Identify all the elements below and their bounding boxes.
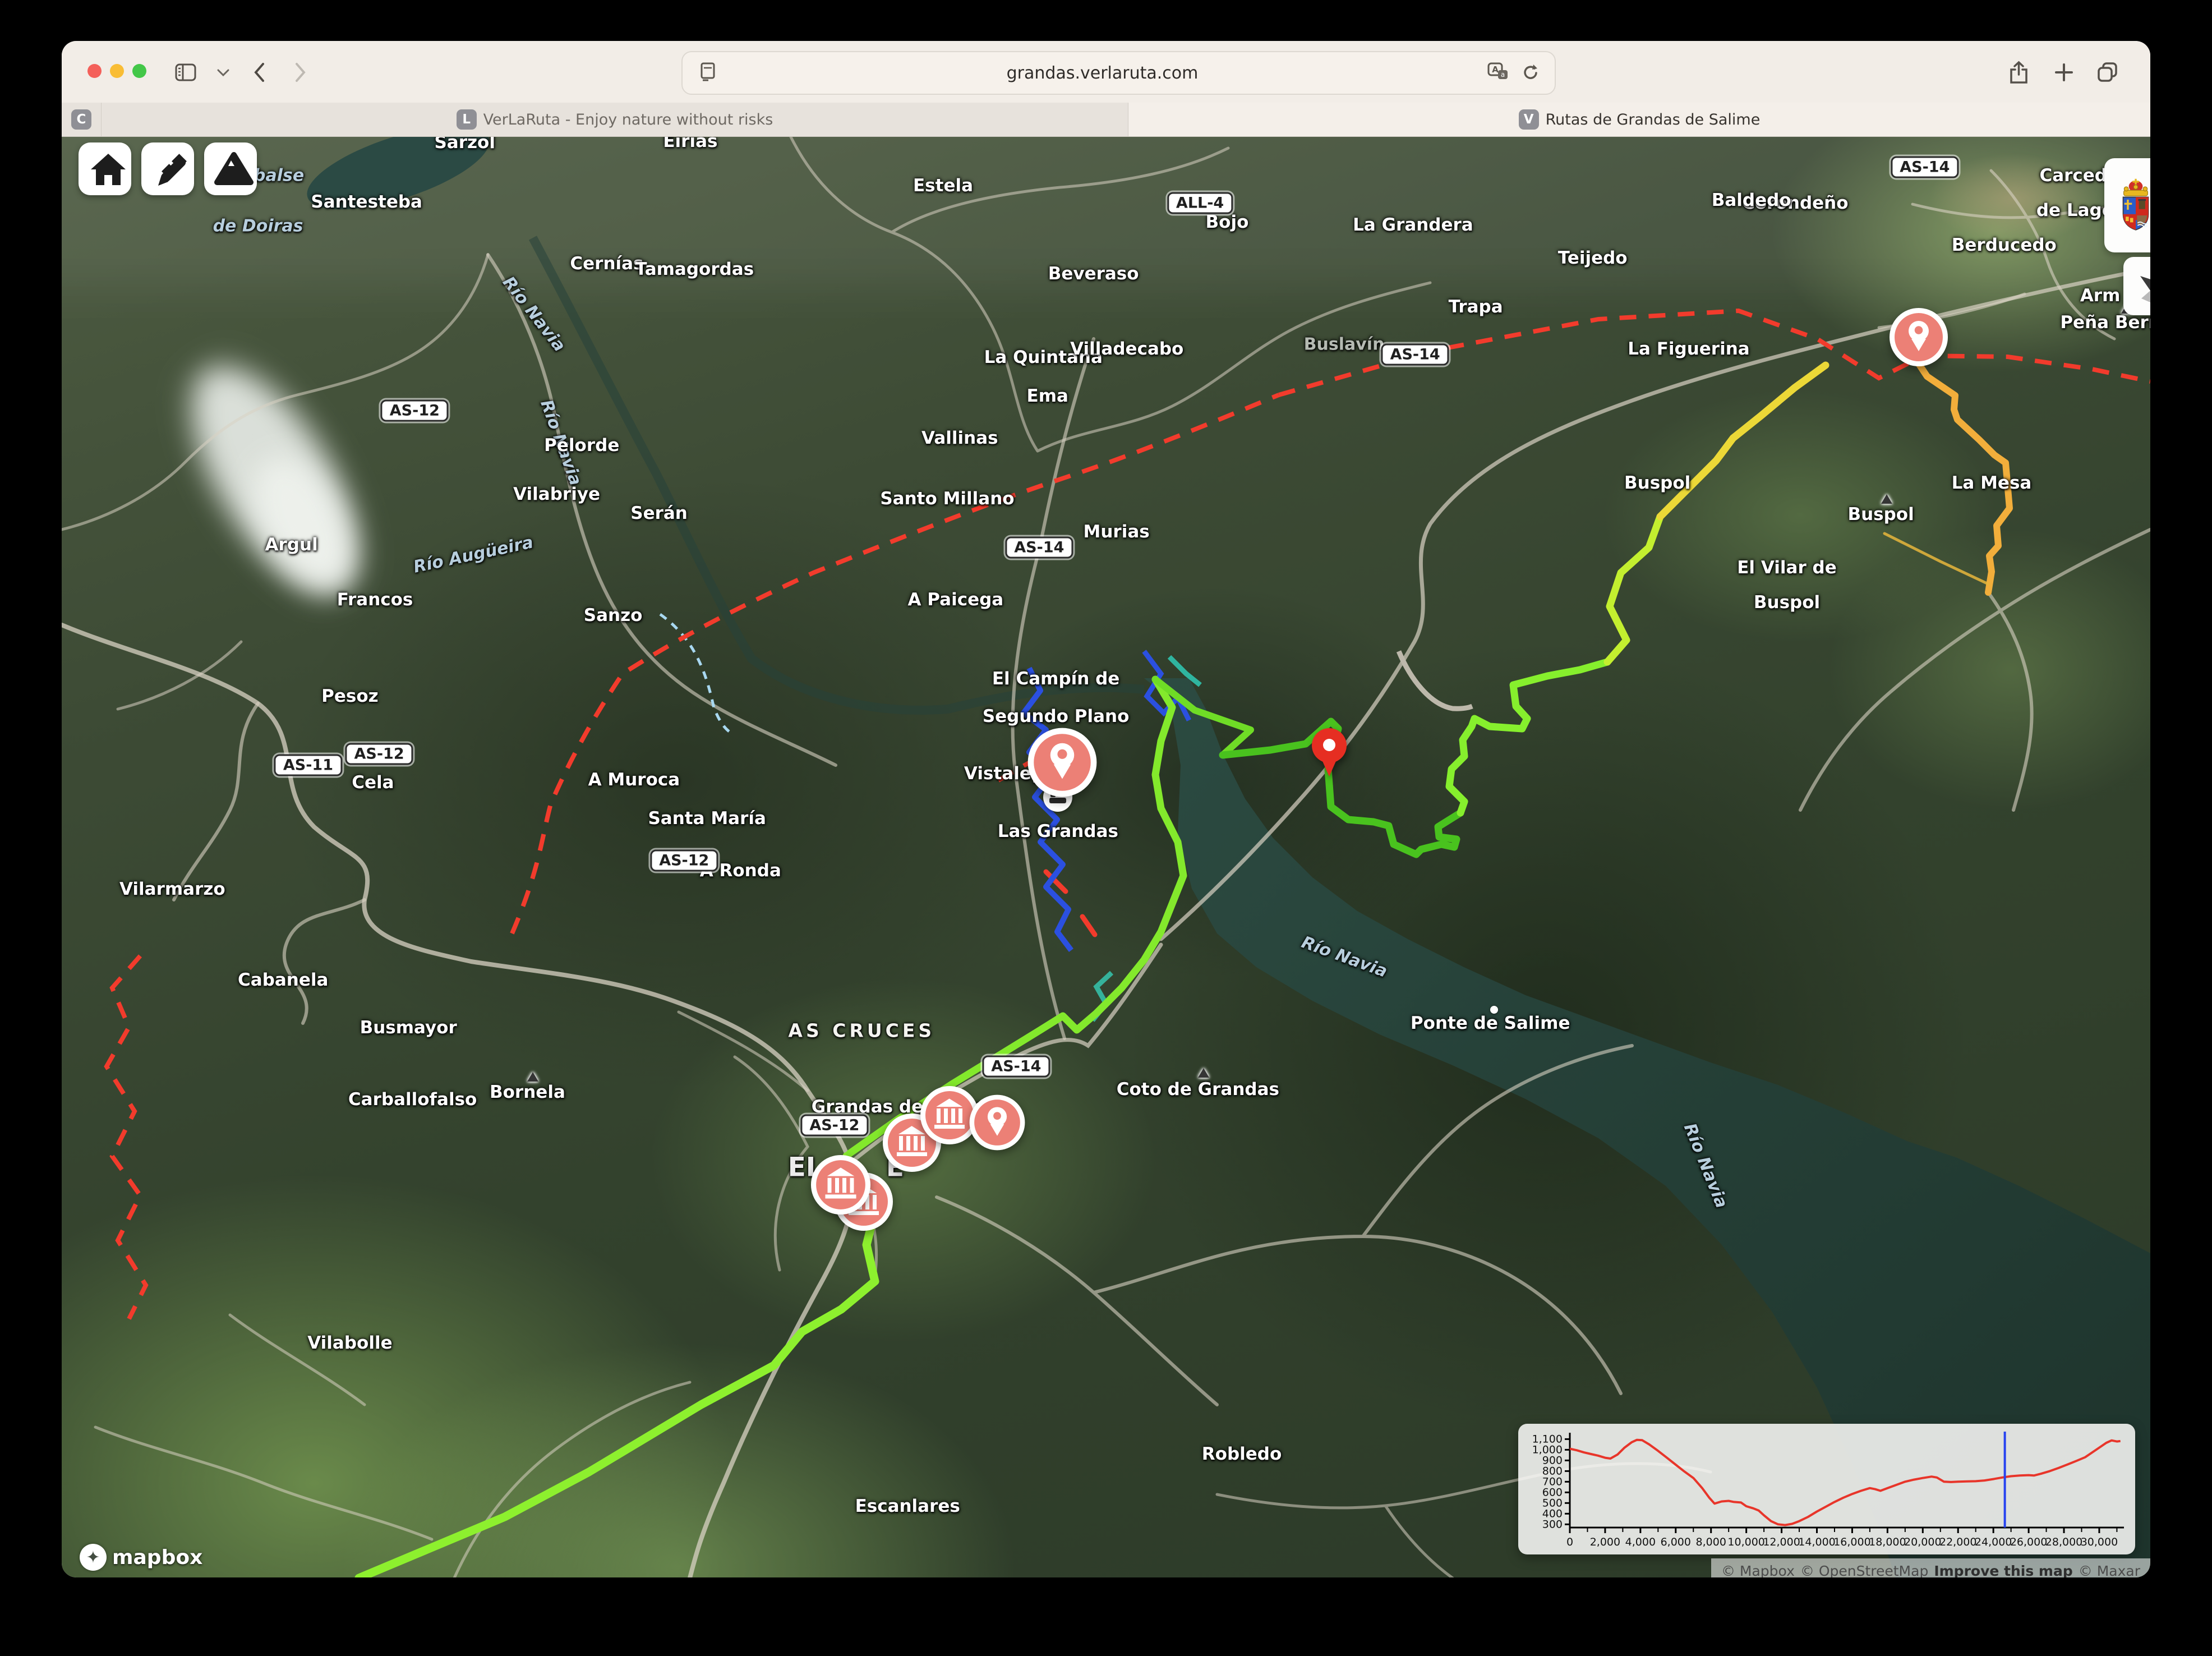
- zoom-window-button[interactable]: [132, 64, 146, 78]
- svg-text:1,000: 1,000: [1532, 1443, 1563, 1456]
- svg-text:20,000: 20,000: [1904, 1536, 1941, 1548]
- map-attribution: © Mapbox © OpenStreetMap Improve this ma…: [1711, 1558, 2150, 1577]
- map-controls: [79, 142, 257, 195]
- tab-favicon: V: [1519, 109, 1539, 130]
- svg-text:12,000: 12,000: [1763, 1536, 1800, 1548]
- svg-text:500: 500: [1542, 1497, 1563, 1509]
- attrib-improve-link[interactable]: Improve this map: [1934, 1563, 2072, 1578]
- peaks-button[interactable]: [204, 142, 257, 195]
- marker-layer: [62, 137, 2150, 1577]
- svg-text:1,100: 1,100: [1532, 1433, 1563, 1445]
- grandas-coat-of-arms-icon: [2116, 176, 2150, 234]
- routes-button[interactable]: [141, 142, 194, 195]
- reader-icon[interactable]: [698, 61, 717, 85]
- svg-text:400: 400: [1542, 1507, 1563, 1520]
- share-icon[interactable]: [2007, 60, 2031, 85]
- attrib-osm[interactable]: © OpenStreetMap: [1800, 1563, 1928, 1578]
- svg-text:30,000: 30,000: [2081, 1536, 2118, 1548]
- home-icon: [82, 142, 128, 195]
- compass-needle-icon: [2123, 257, 2150, 315]
- forward-button[interactable]: [288, 60, 313, 85]
- peaks-icon: [208, 142, 254, 195]
- mapbox-logo[interactable]: ✦ mapbox: [80, 1544, 202, 1571]
- address-bar[interactable]: grandas.verlaruta.com Aa: [681, 51, 1556, 95]
- url-text[interactable]: grandas.verlaruta.com: [717, 63, 1487, 83]
- home-button[interactable]: [79, 142, 131, 195]
- tab-favicon: L: [457, 109, 477, 130]
- sidebar-icon[interactable]: [174, 60, 199, 85]
- poi-pin-marker[interactable]: [1027, 728, 1096, 797]
- tab-title: Rutas de Grandas de Salime: [1546, 111, 1761, 128]
- pinned-tab[interactable]: C: [62, 103, 102, 136]
- svg-text:300: 300: [1542, 1518, 1563, 1530]
- minimize-window-button[interactable]: [110, 64, 124, 78]
- poi-pin-marker[interactable]: [1890, 308, 1948, 366]
- tab-rutas-grandas[interactable]: V Rutas de Grandas de Salime: [1128, 103, 2150, 136]
- svg-text:24,000: 24,000: [1975, 1536, 2012, 1548]
- pinned-tab-favicon: C: [71, 109, 91, 130]
- close-window-button[interactable]: [87, 64, 102, 78]
- svg-text:600: 600: [1542, 1486, 1563, 1498]
- elevation-chart: 3004005006007008009001,0001,100 0 2,000 4,0…: [1518, 1424, 2135, 1554]
- svg-text:16,000: 16,000: [1833, 1536, 1870, 1548]
- poi-pin-marker[interactable]: [970, 1095, 1025, 1151]
- elevation-profile-card[interactable]: 3004005006007008009001,0001,100 0 2,000 4,0…: [1518, 1424, 2135, 1554]
- svg-text:0: 0: [1566, 1536, 1573, 1548]
- new-tab-icon[interactable]: [2052, 60, 2076, 85]
- tab-title: VerLaRuta - Enjoy nature without risks: [483, 111, 773, 128]
- tab-verlaruta[interactable]: L VerLaRuta - Enjoy nature without risks: [102, 103, 1128, 136]
- tab-bar: C L VerLaRuta - Enjoy nature without ris…: [62, 103, 2150, 137]
- reload-icon[interactable]: [1521, 62, 1540, 84]
- tab-overview-icon[interactable]: [2095, 60, 2120, 85]
- svg-text:8,000: 8,000: [1696, 1536, 1726, 1548]
- svg-text:700: 700: [1542, 1475, 1563, 1488]
- svg-text:900: 900: [1542, 1454, 1563, 1466]
- chevron-down-icon[interactable]: [211, 60, 236, 85]
- svg-text:A: A: [1492, 65, 1499, 75]
- svg-text:18,000: 18,000: [1869, 1536, 1906, 1548]
- mapbox-icon: ✦: [80, 1544, 107, 1571]
- svg-text:4,000: 4,000: [1625, 1536, 1656, 1548]
- translate-icon[interactable]: Aa: [1487, 62, 1510, 84]
- svg-text:800: 800: [1542, 1465, 1563, 1477]
- svg-text:22,000: 22,000: [1939, 1536, 1976, 1548]
- svg-text:14,000: 14,000: [1798, 1536, 1835, 1548]
- browser-titlebar: grandas.verlaruta.com Aa: [62, 41, 2150, 103]
- attrib-mapbox[interactable]: © Mapbox: [1721, 1563, 1795, 1578]
- routes-icon: [145, 142, 191, 195]
- museum-marker[interactable]: [811, 1155, 870, 1215]
- svg-text:26,000: 26,000: [2010, 1536, 2047, 1548]
- svg-text:6,000: 6,000: [1661, 1536, 1691, 1548]
- svg-text:10,000: 10,000: [1727, 1536, 1764, 1548]
- attrib-maxar[interactable]: © Maxar: [2079, 1563, 2140, 1578]
- back-button[interactable]: [247, 60, 271, 85]
- route-position-pin[interactable]: [1311, 728, 1348, 782]
- svg-text:a: a: [1501, 71, 1505, 79]
- map-canvas[interactable]: SarzolEiríasSantestebaEmbalsede DoirasRí…: [62, 137, 2150, 1577]
- compass-control[interactable]: [2123, 257, 2150, 315]
- svg-text:2,000: 2,000: [1590, 1536, 1620, 1548]
- municipality-crest-card[interactable]: [2104, 158, 2150, 252]
- browser-window: grandas.verlaruta.com Aa C L VerLaRuta -…: [62, 41, 2150, 1577]
- svg-text:28,000: 28,000: [2045, 1536, 2082, 1548]
